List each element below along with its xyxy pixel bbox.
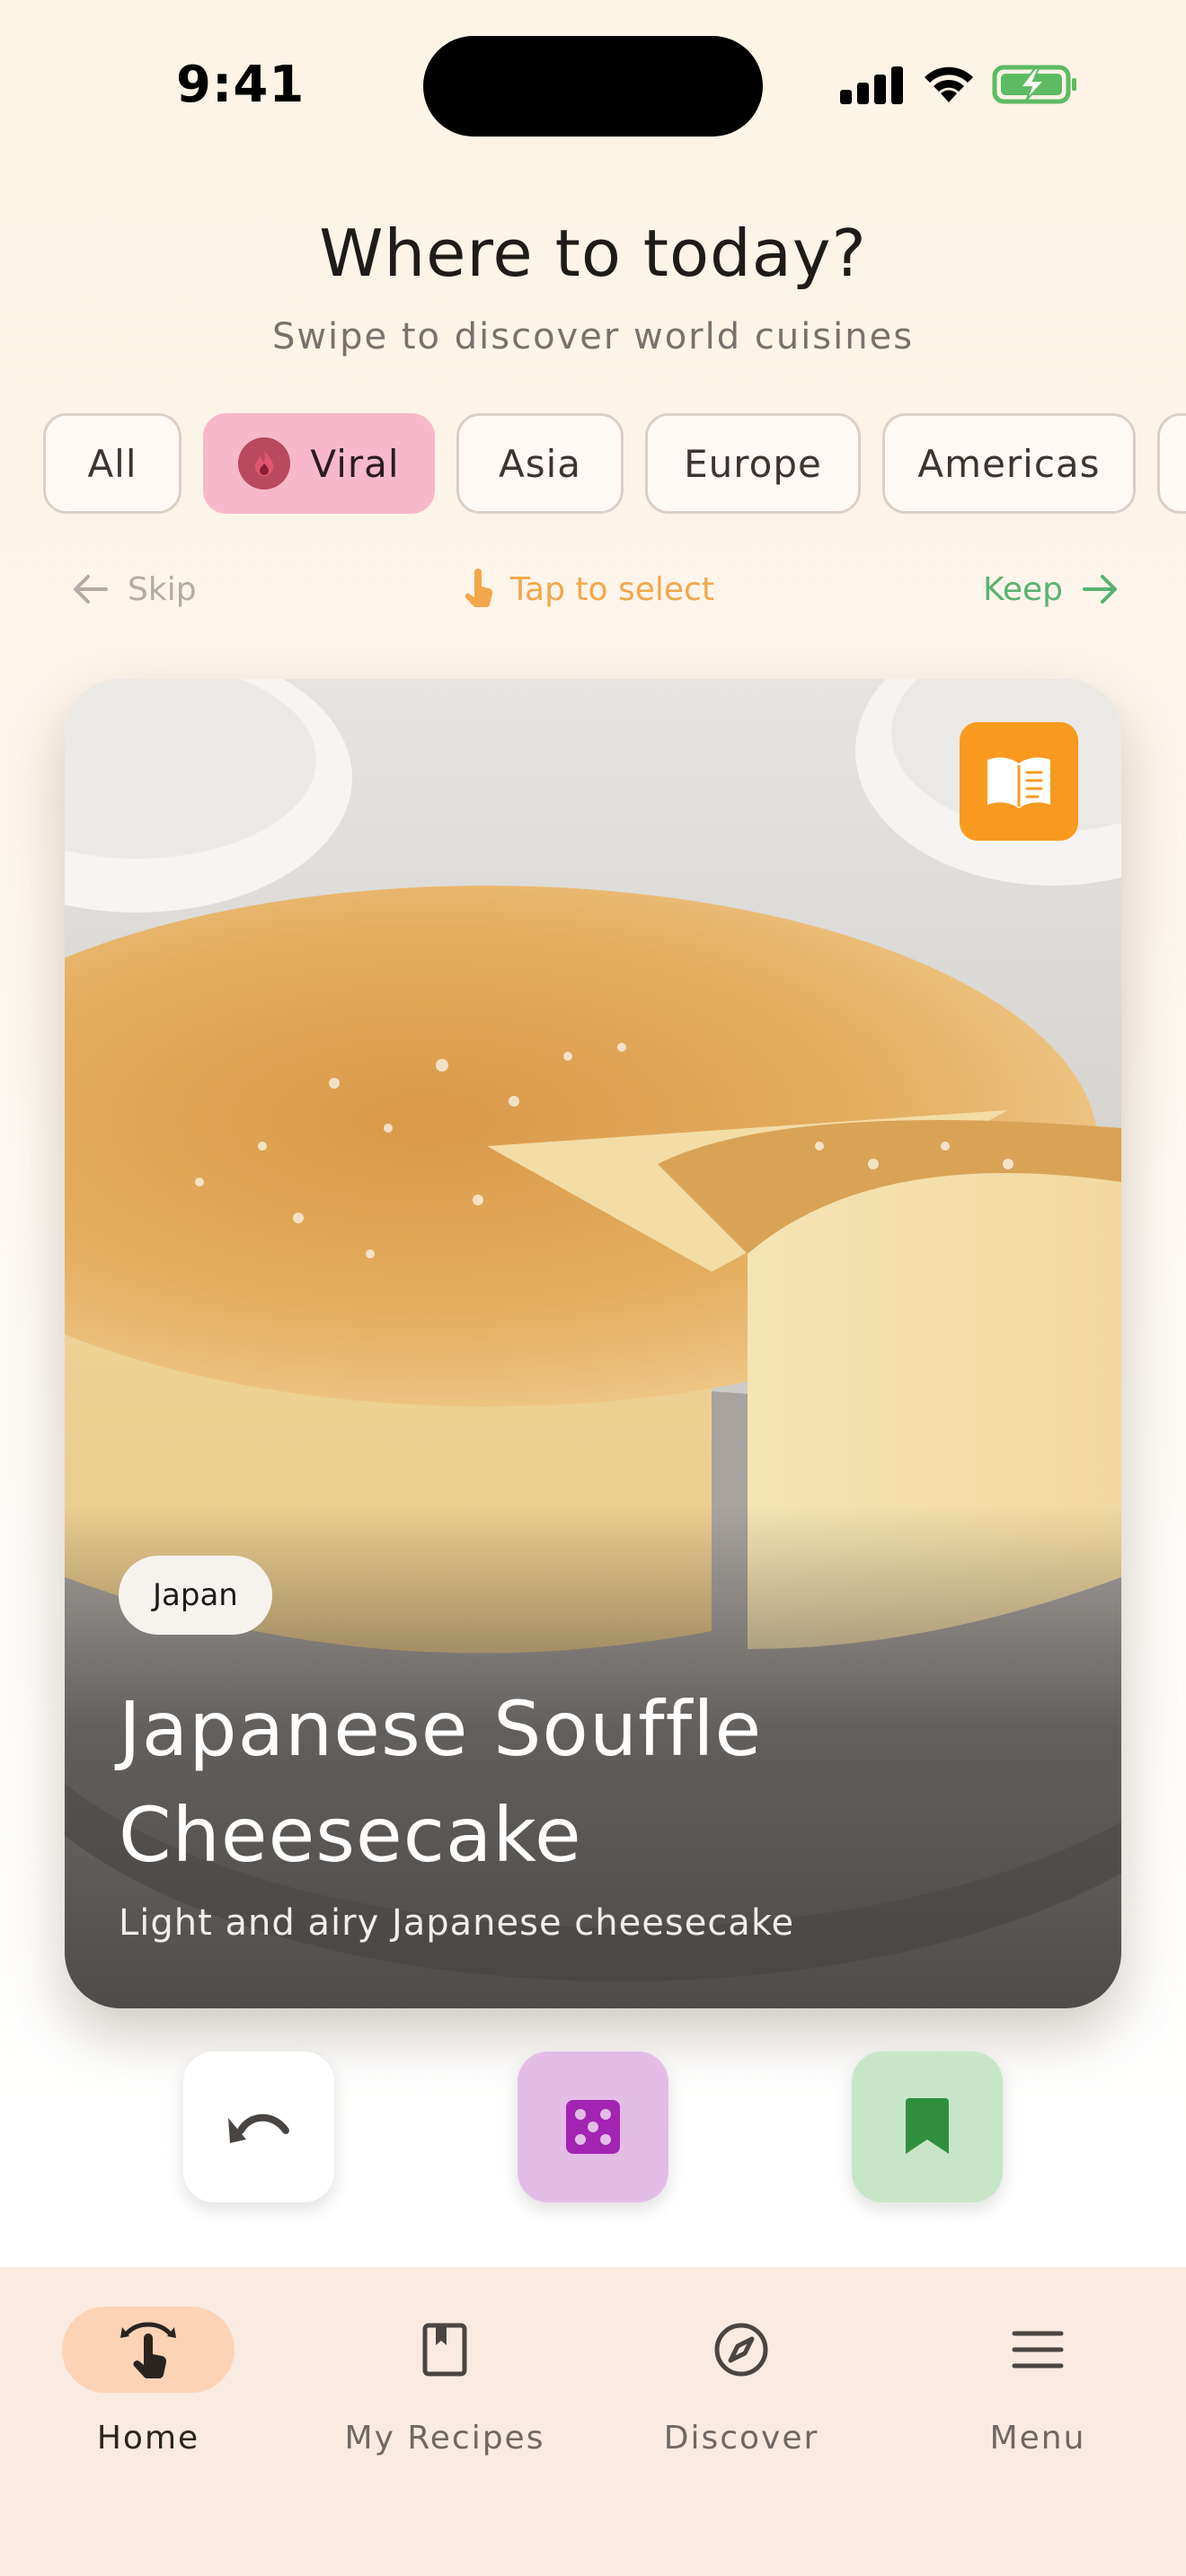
recipe-book-button[interactable] <box>960 722 1078 841</box>
filter-chip-label: All <box>87 441 137 486</box>
menu-icon <box>1012 2331 1064 2369</box>
page-title: Where to today? <box>319 216 867 291</box>
recipe-card[interactable]: Japan Japanese Souffle Cheesecake Light … <box>65 679 1121 2008</box>
arrow-left-icon <box>74 575 108 604</box>
filter-chip-label: Americas <box>917 441 1101 486</box>
filter-chip-label: Viral <box>310 441 400 486</box>
bottom-nav: Home My Recipes Discover Menu <box>0 2267 1186 2576</box>
tap-label: Tap to select <box>510 570 714 608</box>
arrow-right-icon <box>1082 575 1117 604</box>
battery-charging-icon <box>992 65 1076 104</box>
filter-chip-label: Asia <box>498 441 582 486</box>
skip-label: Skip <box>128 570 197 608</box>
wifi-icon <box>925 66 973 102</box>
filter-chip-asia[interactable]: Asia <box>456 413 624 514</box>
tap-hint: Tap to select <box>462 564 714 614</box>
filter-chip-all[interactable]: All <box>43 413 181 514</box>
open-book-icon <box>987 757 1050 808</box>
nav-home-label: Home <box>96 2420 200 2457</box>
fire-icon <box>238 437 291 490</box>
nav-menu[interactable]: Menu <box>890 2267 1186 2483</box>
save-button[interactable] <box>852 2051 1003 2202</box>
nav-discover-label: Discover <box>663 2420 819 2457</box>
country-label: Japan <box>153 1577 238 1613</box>
nav-menu-label: Menu <box>989 2420 1086 2457</box>
bookmark-icon <box>906 2098 949 2154</box>
undo-icon <box>228 2113 289 2143</box>
recipe-description: Light and airy Japanese cheesecake <box>119 1902 795 1944</box>
filter-chip-label: Europe <box>684 441 822 486</box>
skip-hint[interactable]: Skip <box>70 564 197 614</box>
dynamic-island <box>423 36 763 137</box>
filter-chip-americas[interactable]: Americas <box>882 413 1136 514</box>
nav-my-recipes-pill <box>358 2307 531 2393</box>
filter-chip-europe[interactable]: Europe <box>645 413 861 514</box>
filter-chip-viral[interactable]: Viral <box>203 413 435 514</box>
dice-icon <box>566 2100 620 2154</box>
compass-icon <box>714 2323 768 2377</box>
nav-menu-pill <box>951 2307 1124 2393</box>
nav-discover[interactable]: Discover <box>593 2267 890 2483</box>
status-time: 9:41 <box>176 56 305 114</box>
nav-my-recipes-label: My Recipes <box>344 2420 545 2457</box>
nav-my-recipes[interactable]: My Recipes <box>296 2267 593 2483</box>
nav-home-pill <box>62 2307 235 2393</box>
undo-button[interactable] <box>183 2051 334 2202</box>
nav-home[interactable]: Home <box>0 2267 296 2483</box>
random-button[interactable] <box>518 2051 668 2202</box>
recipe-title: Japanese Souffle Cheesecake <box>119 1685 763 1879</box>
filter-chip-more[interactable] <box>1157 413 1186 514</box>
page-subtitle: Swipe to discover world cuisines <box>271 316 915 357</box>
country-badge: Japan <box>119 1556 272 1635</box>
tap-finger-icon <box>465 569 493 608</box>
bookmark-book-icon <box>422 2323 467 2377</box>
signal-icon <box>840 65 903 104</box>
keep-hint[interactable]: Keep <box>983 564 1120 614</box>
swipe-hand-icon <box>120 2322 176 2379</box>
keep-label: Keep <box>983 570 1063 608</box>
nav-discover-pill <box>655 2307 828 2393</box>
